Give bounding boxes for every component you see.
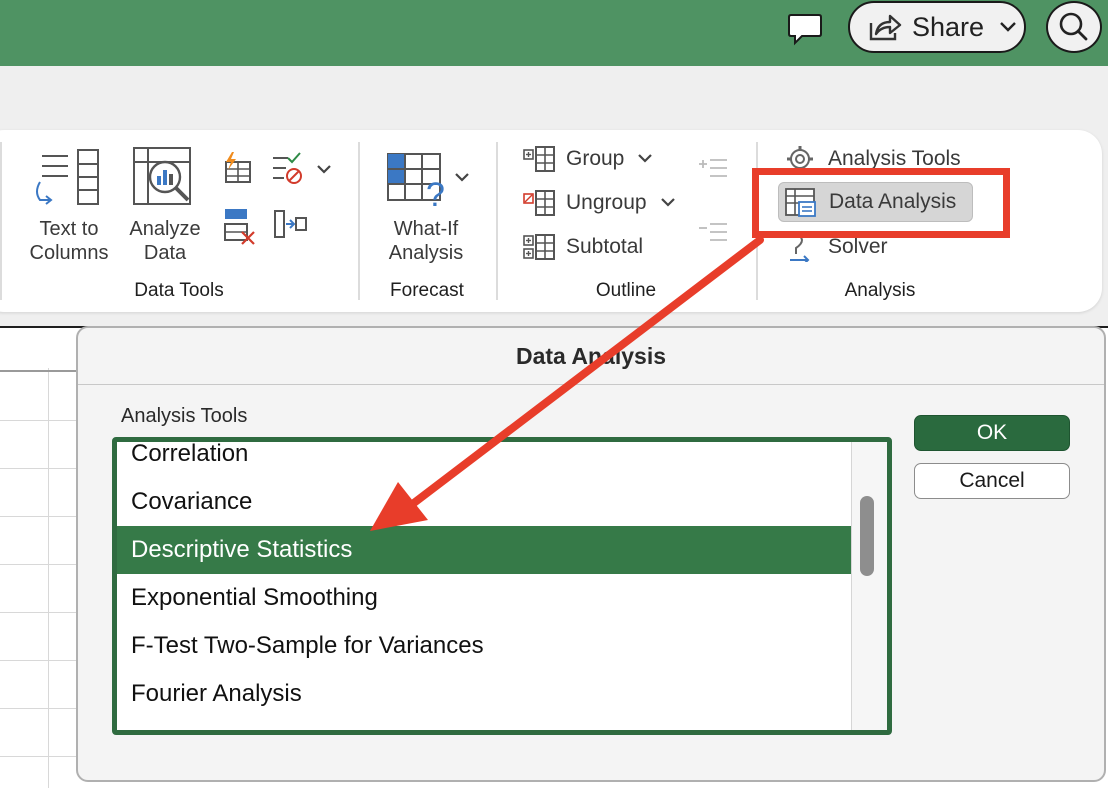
comment-icon xyxy=(788,14,822,46)
analyze-data-label-line1: Analyze xyxy=(129,218,201,240)
list-item[interactable]: Fourier Analysis xyxy=(117,670,851,718)
text-to-columns-label-line1: Text to xyxy=(39,218,99,240)
text-to-columns-icon xyxy=(36,149,99,205)
ungroup-icon xyxy=(523,190,555,216)
chevron-down-icon xyxy=(1000,22,1016,32)
subtotal-label: Subtotal xyxy=(566,235,644,258)
what-if-label-line2: Analysis xyxy=(388,242,464,264)
remove-duplicates-icon xyxy=(224,209,255,245)
group-label-forecast: Forecast xyxy=(390,280,464,301)
text-to-columns-label-line2: Columns xyxy=(29,242,109,264)
svg-text:?: ? xyxy=(426,176,445,212)
data-validation-icon xyxy=(273,152,331,184)
comment-button[interactable] xyxy=(786,10,824,48)
chevron-down-icon xyxy=(638,154,653,163)
analysis-tools-section-label: Analysis Tools xyxy=(121,405,248,427)
group-button[interactable]: Group xyxy=(522,142,656,176)
listbox-scrollbar[interactable] xyxy=(851,442,887,730)
data-analysis-dialog: Data Analysis Analysis Tools Correlation… xyxy=(76,326,1106,782)
share-icon xyxy=(869,14,902,41)
group-icon xyxy=(523,146,555,172)
search-icon xyxy=(1059,12,1088,41)
group-label: Group xyxy=(566,147,625,170)
text-to-columns-button[interactable]: Text to Columns xyxy=(22,146,116,265)
ribbon-separator xyxy=(0,142,2,300)
list-item[interactable]: Covariance xyxy=(117,478,851,526)
group-label-analysis: Analysis xyxy=(844,280,916,301)
ribbon-separator xyxy=(358,142,360,300)
hide-detail-button[interactable] xyxy=(696,220,730,251)
what-if-analysis-icon: ? xyxy=(387,153,469,214)
consolidate-button[interactable] xyxy=(272,208,308,245)
share-button[interactable]: Share xyxy=(848,1,1026,53)
scrollbar-thumb[interactable] xyxy=(860,496,874,576)
solver-label: Solver xyxy=(828,235,888,258)
analyze-data-icon xyxy=(133,147,191,205)
analyze-data-button[interactable]: Analyze Data xyxy=(120,146,210,265)
analyze-data-label-line2: Data xyxy=(143,242,187,264)
ungroup-label: Ungroup xyxy=(566,191,647,214)
flash-fill-icon xyxy=(225,152,251,183)
show-detail-button[interactable] xyxy=(696,156,730,187)
highlight-annotation-box xyxy=(752,168,1010,238)
data-validation-button[interactable] xyxy=(270,150,334,191)
cancel-button[interactable]: Cancel xyxy=(914,463,1070,499)
show-detail-icon xyxy=(699,159,727,177)
list-item-selected[interactable]: Descriptive Statistics xyxy=(117,526,851,574)
listbox-items: Correlation Covariance Descriptive Stati… xyxy=(117,442,851,730)
chevron-down-icon xyxy=(660,198,675,207)
share-label: Share xyxy=(912,11,985,42)
ungroup-button[interactable]: Ungroup xyxy=(522,186,679,220)
consolidate-icon xyxy=(274,210,307,238)
remove-duplicates-button[interactable] xyxy=(222,206,258,251)
subtotal-button[interactable]: Subtotal xyxy=(522,230,643,264)
group-label-outline: Outline xyxy=(595,280,657,301)
dialog-title: Data Analysis xyxy=(78,328,1104,385)
analysis-tools-listbox[interactable]: Correlation Covariance Descriptive Stati… xyxy=(112,437,892,735)
search-button[interactable] xyxy=(1046,1,1102,53)
flash-fill-button[interactable] xyxy=(218,150,254,191)
group-label-data-tools: Data Tools xyxy=(134,280,224,301)
list-item[interactable]: Correlation xyxy=(117,442,851,478)
ok-button[interactable]: OK xyxy=(914,415,1070,451)
what-if-label-line1: What-If xyxy=(393,218,459,240)
hide-detail-icon xyxy=(699,223,727,241)
subtotal-icon xyxy=(523,234,555,260)
list-item[interactable]: F-Test Two-Sample for Variances xyxy=(117,622,851,670)
what-if-analysis-button[interactable]: ? What-If Analysis xyxy=(376,150,476,265)
ribbon-separator xyxy=(496,142,498,300)
list-item[interactable]: Exponential Smoothing xyxy=(117,574,851,622)
